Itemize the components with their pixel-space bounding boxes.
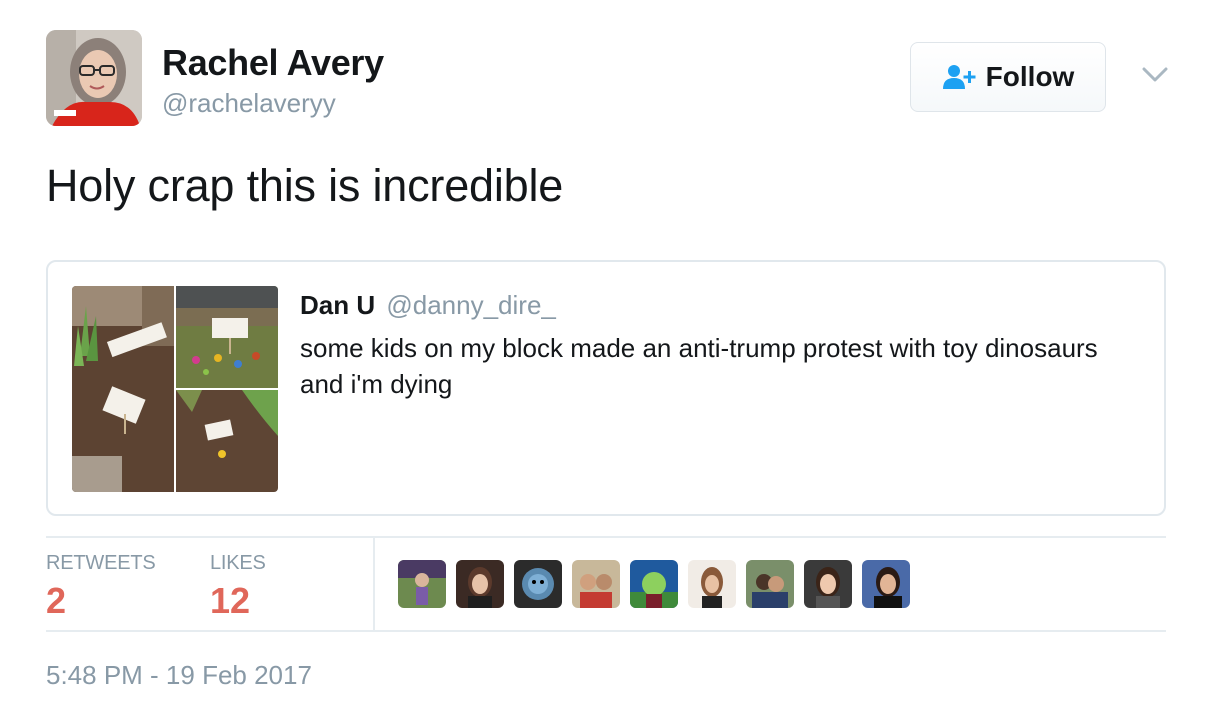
- liker-avatar[interactable]: [630, 560, 678, 608]
- likers-avatar-list: [398, 560, 910, 608]
- liker-avatar[interactable]: [398, 560, 446, 608]
- liker-avatar[interactable]: [688, 560, 736, 608]
- author-screen-name[interactable]: @rachelaveryy: [162, 88, 336, 119]
- tweet-timestamp[interactable]: 5:48 PM - 19 Feb 2017: [46, 660, 312, 691]
- photo-dinosaurs-lawn[interactable]: [176, 286, 278, 388]
- author-avatar[interactable]: [46, 30, 142, 126]
- liker-avatar[interactable]: [746, 560, 794, 608]
- quoted-tweet-text: some kids on my block made an anti-trump…: [300, 333, 1098, 399]
- retweets-label[interactable]: RETWEETS: [46, 552, 156, 575]
- liker-avatar[interactable]: [456, 560, 504, 608]
- follow-button-label: Follow: [985, 61, 1075, 92]
- stats-top-divider: [46, 536, 1166, 538]
- likes-label[interactable]: LIKES: [210, 552, 266, 575]
- liker-avatar[interactable]: [862, 560, 910, 608]
- liker-avatar[interactable]: [572, 560, 620, 608]
- liker-avatar[interactable]: [514, 560, 562, 608]
- quoted-author-handle[interactable]: @danny_dire_: [386, 290, 556, 320]
- quoted-tweet-media[interactable]: [72, 286, 278, 492]
- quoted-tweet-card[interactable]: Dan U @danny_dire_ some kids on my block…: [46, 260, 1166, 516]
- retweets-count[interactable]: 2: [46, 580, 66, 622]
- stats-vertical-divider: [373, 538, 375, 630]
- follow-user-plus-icon: [942, 63, 978, 91]
- liker-avatar[interactable]: [804, 560, 852, 608]
- stats-bottom-divider: [46, 630, 1166, 632]
- photo-dinosaurs-mulch[interactable]: [176, 390, 278, 492]
- quoted-author-name[interactable]: Dan U: [300, 290, 375, 320]
- author-display-name[interactable]: Rachel Avery: [162, 42, 384, 84]
- follow-button[interactable]: Follow: [910, 42, 1106, 112]
- chevron-down-icon[interactable]: [1140, 62, 1170, 86]
- tweet-text: Holy crap this is incredible: [46, 160, 564, 211]
- photo-garden-signs[interactable]: [72, 286, 174, 492]
- likes-count[interactable]: 12: [210, 580, 250, 622]
